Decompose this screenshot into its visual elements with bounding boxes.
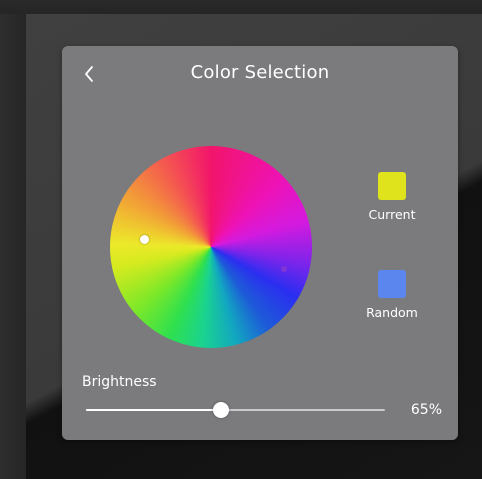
brightness-slider-thumb[interactable] xyxy=(213,402,229,418)
color-wheel[interactable] xyxy=(110,146,312,348)
current-color-label: Current xyxy=(368,207,416,222)
color-wheel-handle[interactable] xyxy=(140,235,149,244)
color-wheel-marker xyxy=(281,266,287,272)
brightness-slider[interactable] xyxy=(86,402,385,418)
background-bezel xyxy=(0,14,26,479)
color-selection-panel: Color Selection Current Random Brightnes… xyxy=(62,46,458,440)
random-color-label: Random xyxy=(366,305,418,320)
page-title: Color Selection xyxy=(190,62,330,83)
random-color-swatch[interactable] xyxy=(378,270,406,298)
brightness-value: 65% xyxy=(410,402,442,418)
brightness-slider-fill xyxy=(86,409,221,411)
current-color-swatch[interactable] xyxy=(378,172,406,200)
brightness-label: Brightness xyxy=(82,374,157,390)
background-top xyxy=(0,0,482,14)
color-wheel-container xyxy=(110,146,312,348)
